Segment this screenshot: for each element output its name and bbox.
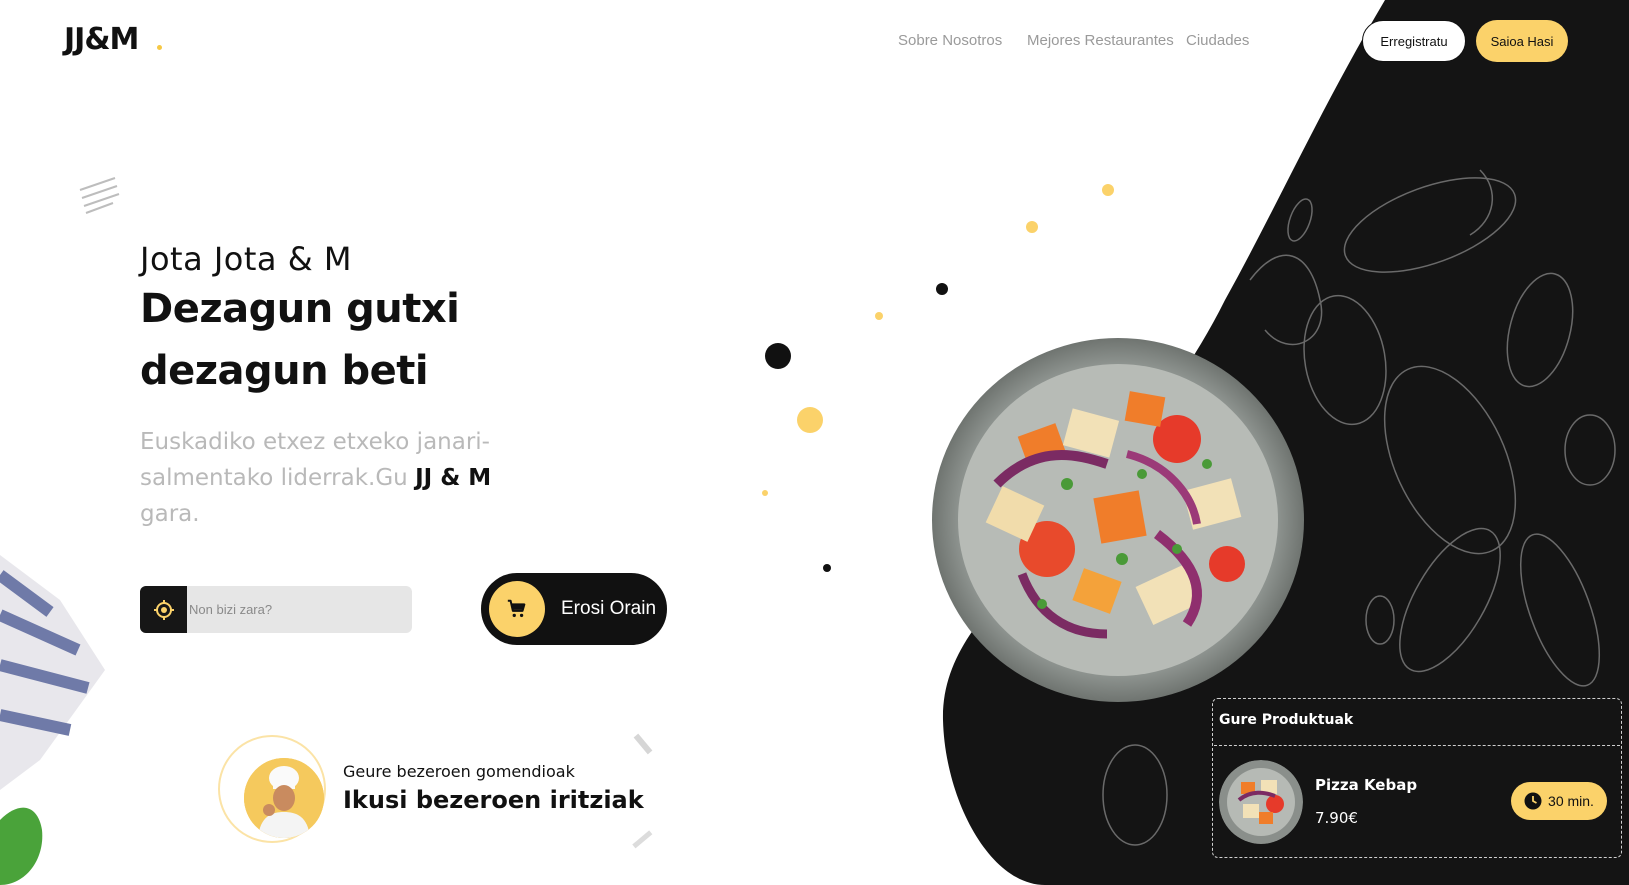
chef-avatar[interactable] [244, 758, 324, 838]
product-thumbnail[interactable] [1219, 760, 1303, 844]
landing-page: JJ&M Sobre Nosotros Mejores Restaurantes… [0, 0, 1629, 885]
location-target-icon[interactable] [140, 586, 187, 633]
buy-now-button[interactable]: Erosi Orain [481, 573, 667, 645]
delivery-time-badge: 30 min. [1511, 782, 1607, 820]
location-search [140, 586, 412, 633]
products-card-title: Gure Produktuak [1219, 712, 1354, 728]
cart-icon [489, 581, 545, 637]
delivery-time: 30 min. [1548, 793, 1594, 809]
hero-description: Euskadiko etxez etxeko janari-salmentako… [140, 424, 520, 532]
description-brand: JJ & M [415, 465, 492, 491]
clock-icon [1524, 792, 1542, 810]
reviews-caption: Geure bezeroen gomendioak [343, 762, 575, 781]
register-button[interactable]: Erregistratu [1362, 20, 1466, 62]
nav-sobre-nosotros[interactable]: Sobre Nosotros [898, 32, 1002, 49]
logo[interactable]: JJ&M [64, 22, 139, 57]
hero-subtitle: Jota Jota & M [140, 240, 352, 278]
login-button[interactable]: Saioa Hasi [1476, 20, 1568, 62]
logo-dot [157, 45, 162, 50]
location-input[interactable] [187, 586, 411, 633]
products-card-divider [1214, 745, 1620, 746]
buy-now-label: Erosi Orain [561, 598, 657, 619]
nav-mejores-restaurantes[interactable]: Mejores Restaurantes [1027, 32, 1174, 49]
product-name[interactable]: Pizza Kebap [1315, 776, 1417, 794]
reviews-link[interactable]: Ikusi bezeroen iritziak [343, 786, 644, 814]
nav-ciudades[interactable]: Ciudades [1186, 32, 1249, 49]
product-price: 7.90€ [1315, 809, 1358, 827]
hero-headline: Dezagun gutxi dezagun beti [140, 286, 460, 394]
description-end: gara. [140, 501, 200, 527]
food-bowl-image [927, 334, 1309, 706]
